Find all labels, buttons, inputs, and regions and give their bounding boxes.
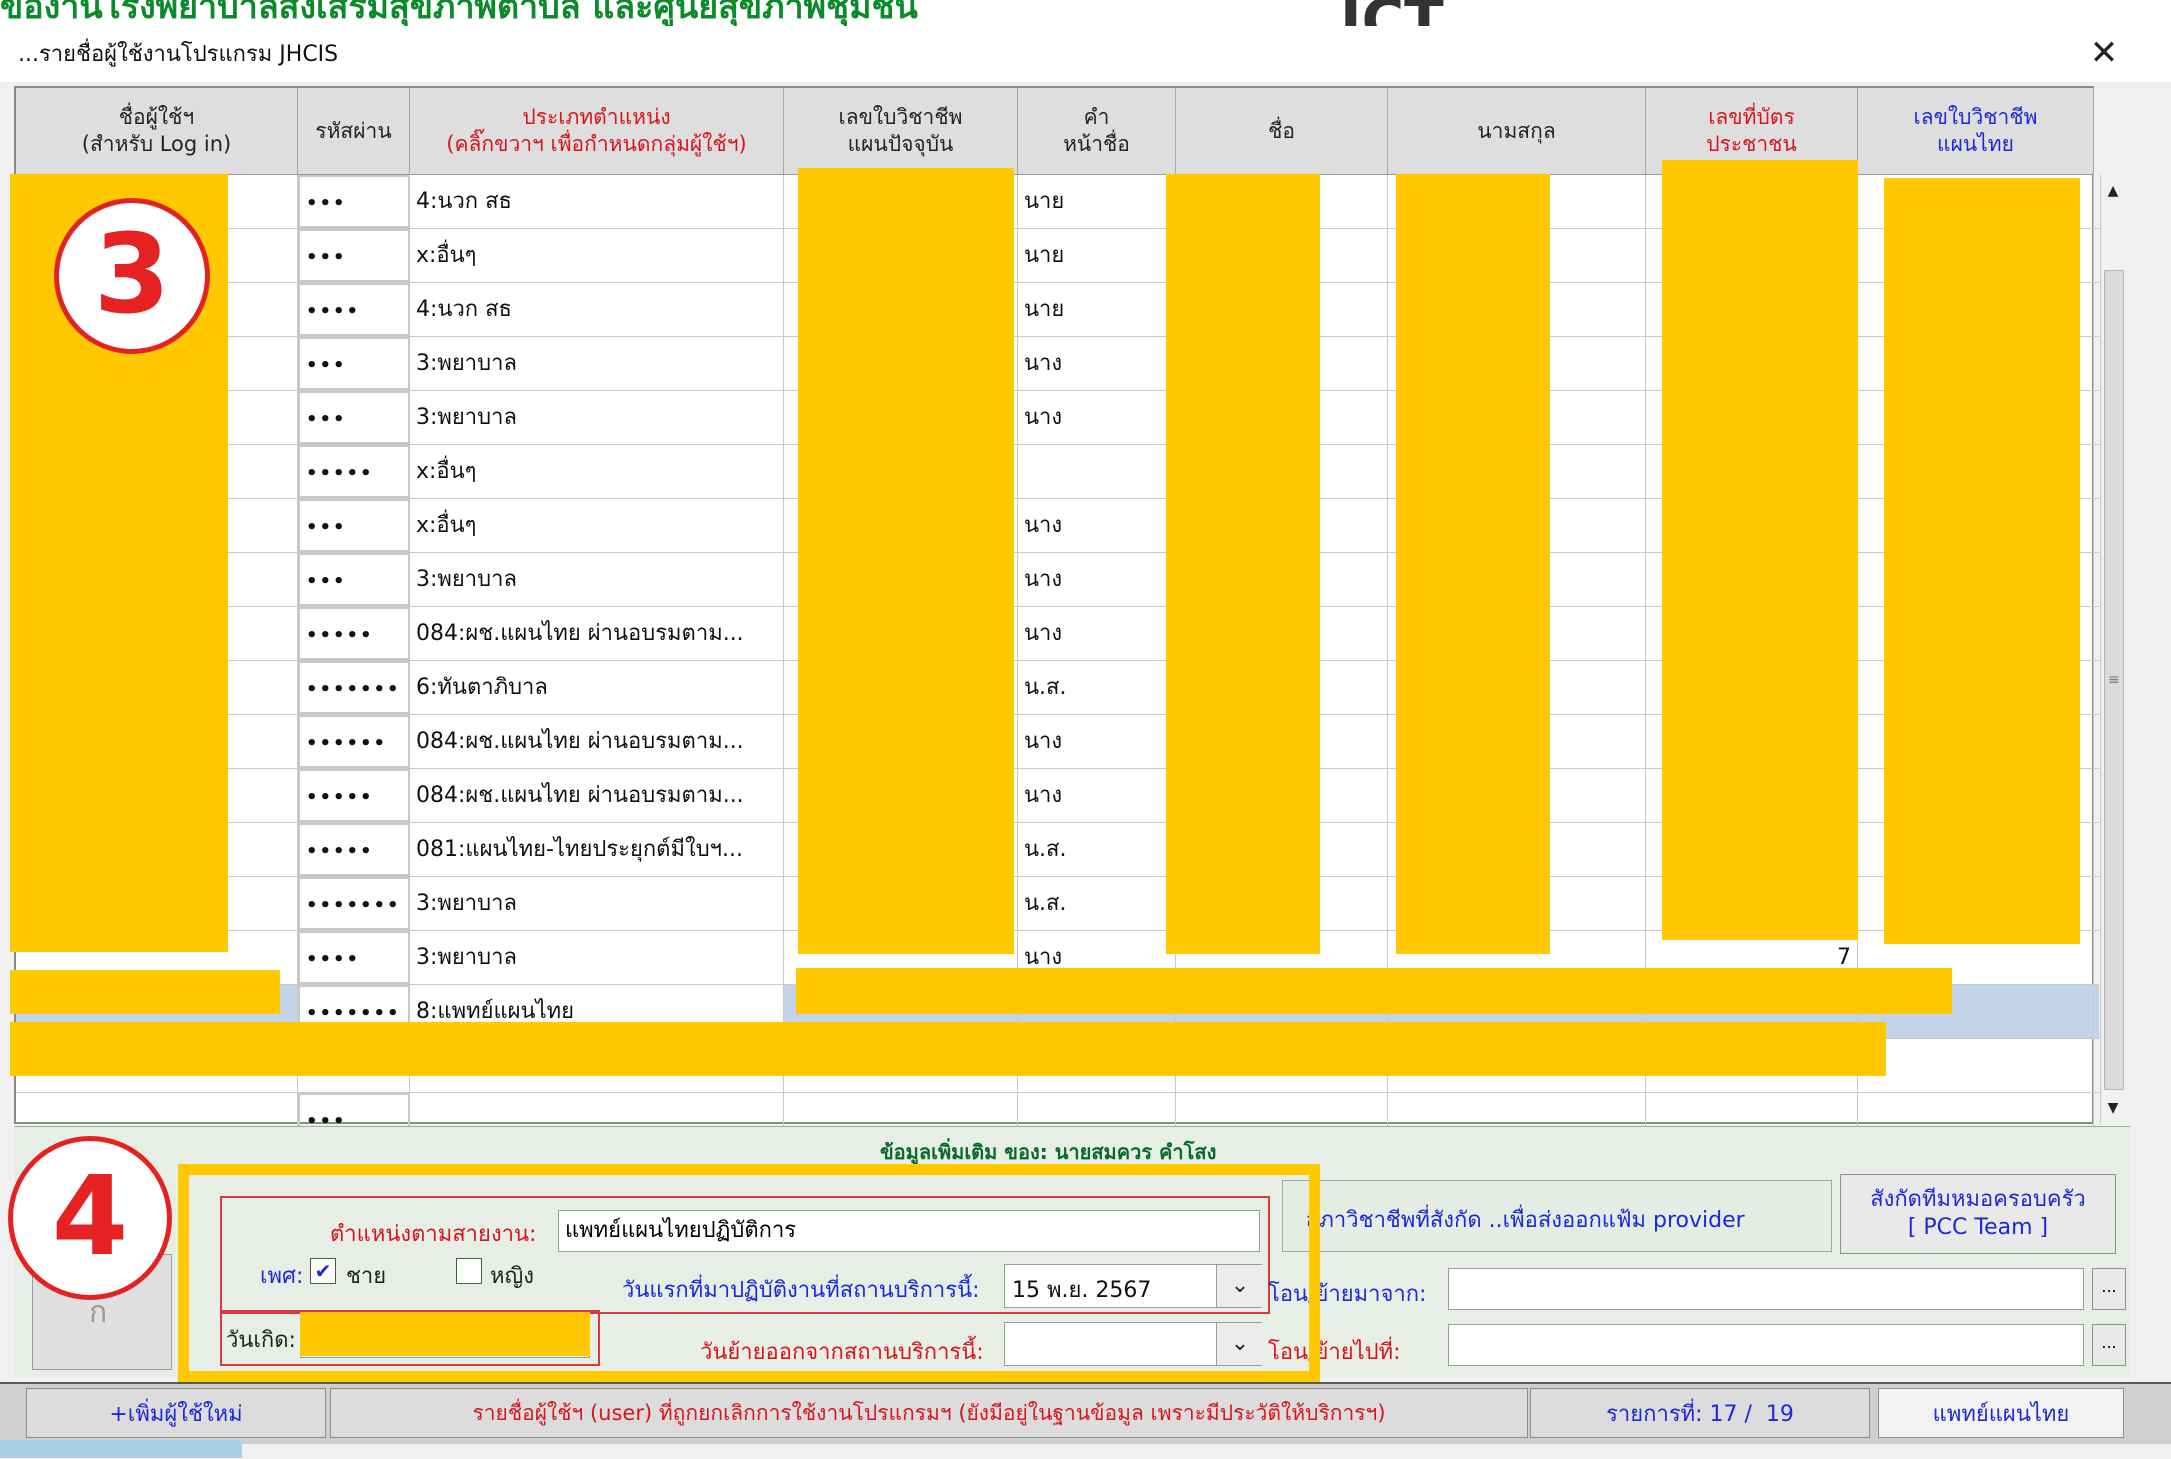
cell-password[interactable]: •••••••	[298, 661, 410, 714]
cell-position[interactable]: 084:ผช.แผนไทย ผ่านอบรมตาม...	[410, 769, 784, 822]
close-button[interactable]: ✕	[2074, 28, 2134, 78]
cell-position[interactable]: 4:นวก สธ	[410, 175, 784, 228]
cell-prefix[interactable]	[1018, 445, 1176, 498]
cell-password[interactable]: •••	[298, 391, 410, 444]
column-header[interactable]: ประเภทตำแหน่ง (คลิ๊กขวาฯ เพื่อกำหนดกลุ่ม…	[410, 88, 784, 174]
transfer-out-browse-button[interactable]: ...	[2092, 1324, 2126, 1366]
window-title: ...รายชื่อผู้ใช้งานโปรแกรม JHCIS	[18, 42, 339, 67]
redaction-row-17	[10, 1022, 1886, 1076]
redaction-selected-details	[796, 968, 1952, 1014]
table-cell[interactable]	[1858, 1039, 2094, 1092]
scrollbar-grip-icon: ≡	[2108, 672, 2120, 688]
column-header[interactable]: เลขใบวิชาชีพ แผนไทย	[1858, 88, 2094, 174]
annotation-circle-4: 4	[8, 1136, 172, 1300]
cell-position[interactable]: 4:นวก สธ	[410, 283, 784, 336]
cell-position[interactable]: 084:ผช.แผนไทย ผ่านอบรมตาม...	[410, 715, 784, 768]
current-position-button[interactable]: แพทย์แผนไทย	[1878, 1388, 2124, 1438]
cell-position[interactable]: 3:พยาบาล	[410, 877, 784, 930]
cell-position[interactable]: 6:ทันตาภิบาล	[410, 661, 784, 714]
pcc-team-button[interactable]: สังกัดทีมหมอครอบครัว [ PCC Team ]	[1840, 1174, 2116, 1254]
inactive-users-button[interactable]: รายชื่อผู้ใช้ฯ (user) ที่ถูกยกเลิกการใช้…	[330, 1388, 1528, 1438]
cell-prefix[interactable]: นาง	[1018, 769, 1176, 822]
cell-prefix[interactable]: นาง	[1018, 553, 1176, 606]
cell-prefix[interactable]: นาย	[1018, 283, 1176, 336]
scroll-up-icon[interactable]: ▲	[2100, 177, 2126, 205]
annotation-circle-3: 3	[54, 198, 210, 354]
cell-prefix[interactable]: นาย	[1018, 175, 1176, 228]
column-header[interactable]: นามสกุล	[1388, 88, 1646, 174]
column-header[interactable]: ชื่อผู้ใช้ฯ (สำหรับ Log in)	[16, 88, 298, 174]
cell-position[interactable]: 3:พยาบาล	[410, 337, 784, 390]
cell-password[interactable]: •••••	[298, 607, 410, 660]
redaction-license-column	[798, 168, 1014, 954]
cell-position[interactable]: 3:พยาบาล	[410, 553, 784, 606]
cell-password[interactable]: •••••	[298, 769, 410, 822]
cell-prefix[interactable]: นาง	[1018, 391, 1176, 444]
cell-prefix[interactable]: นาง	[1018, 337, 1176, 390]
taskbar-strip	[0, 1440, 242, 1458]
cell-password[interactable]: ••••	[298, 283, 410, 336]
cell-password[interactable]: •••	[298, 553, 410, 606]
redaction-birthdate	[300, 1312, 590, 1356]
transfer-out-field[interactable]	[1448, 1324, 2084, 1366]
cell-password[interactable]: •••••	[298, 445, 410, 498]
cell-password[interactable]: •••••••	[298, 877, 410, 930]
cell-position[interactable]: 3:พยาบาล	[410, 931, 784, 984]
cell-password[interactable]: •••	[298, 499, 410, 552]
column-header[interactable]: ชื่อ	[1176, 88, 1388, 174]
cell-password[interactable]: •••	[298, 229, 410, 282]
cell-position[interactable]: 084:ผช.แผนไทย ผ่านอบรมตาม...	[410, 607, 784, 660]
redaction-selected-user	[10, 970, 280, 1014]
cell-password[interactable]: •••	[298, 175, 410, 228]
column-header[interactable]: คำ หน้าชื่อ	[1018, 88, 1176, 174]
cell-position[interactable]: x:อื่นๆ	[410, 229, 784, 282]
redaction-lastname-column	[1396, 174, 1550, 954]
cell-prefix[interactable]: น.ส.	[1018, 877, 1176, 930]
cell-prefix[interactable]: น.ส.	[1018, 823, 1176, 876]
cell-position[interactable]: x:อื่นๆ	[410, 499, 784, 552]
redaction-thai-license-column	[1884, 178, 2080, 944]
add-user-button[interactable]: +เพิ่มผู้ใช้ใหม่	[26, 1388, 326, 1438]
cell-position[interactable]: x:อื่นๆ	[410, 445, 784, 498]
council-text: สภาวิชาชีพที่สังกัด ..เพื่อส่งออกแฟ้ม pr…	[1306, 1208, 1745, 1233]
cell-prefix[interactable]: นาย	[1018, 229, 1176, 282]
cell-position[interactable]: 3:พยาบาล	[410, 391, 784, 444]
cell-password[interactable]: ••••	[298, 931, 410, 984]
scroll-down-icon[interactable]: ▼	[2100, 1094, 2126, 1122]
cell-prefix[interactable]: นาง	[1018, 607, 1176, 660]
cell-position[interactable]: 081:แผนไทย-ไทยประยุกต์มีใบฯ...	[410, 823, 784, 876]
transfer-in-field[interactable]	[1448, 1268, 2084, 1310]
cell-password[interactable]: •••••	[298, 823, 410, 876]
redaction-idcard-column	[1662, 160, 1858, 940]
redaction-firstname-column	[1166, 174, 1320, 954]
cell-password[interactable]: •••	[298, 337, 410, 390]
cell-password[interactable]: ••••••	[298, 715, 410, 768]
cell-prefix[interactable]: นาง	[1018, 499, 1176, 552]
record-counter: รายการที่: 17 / 19	[1530, 1388, 1870, 1438]
cell-prefix[interactable]: นาง	[1018, 715, 1176, 768]
transfer-in-browse-button[interactable]: ...	[2092, 1268, 2126, 1310]
column-header[interactable]: เลขใบวิชาชีพ แผนปัจจุบัน	[784, 88, 1018, 174]
cell-prefix[interactable]: น.ส.	[1018, 661, 1176, 714]
column-header[interactable]: รหัสผ่าน	[298, 88, 410, 174]
